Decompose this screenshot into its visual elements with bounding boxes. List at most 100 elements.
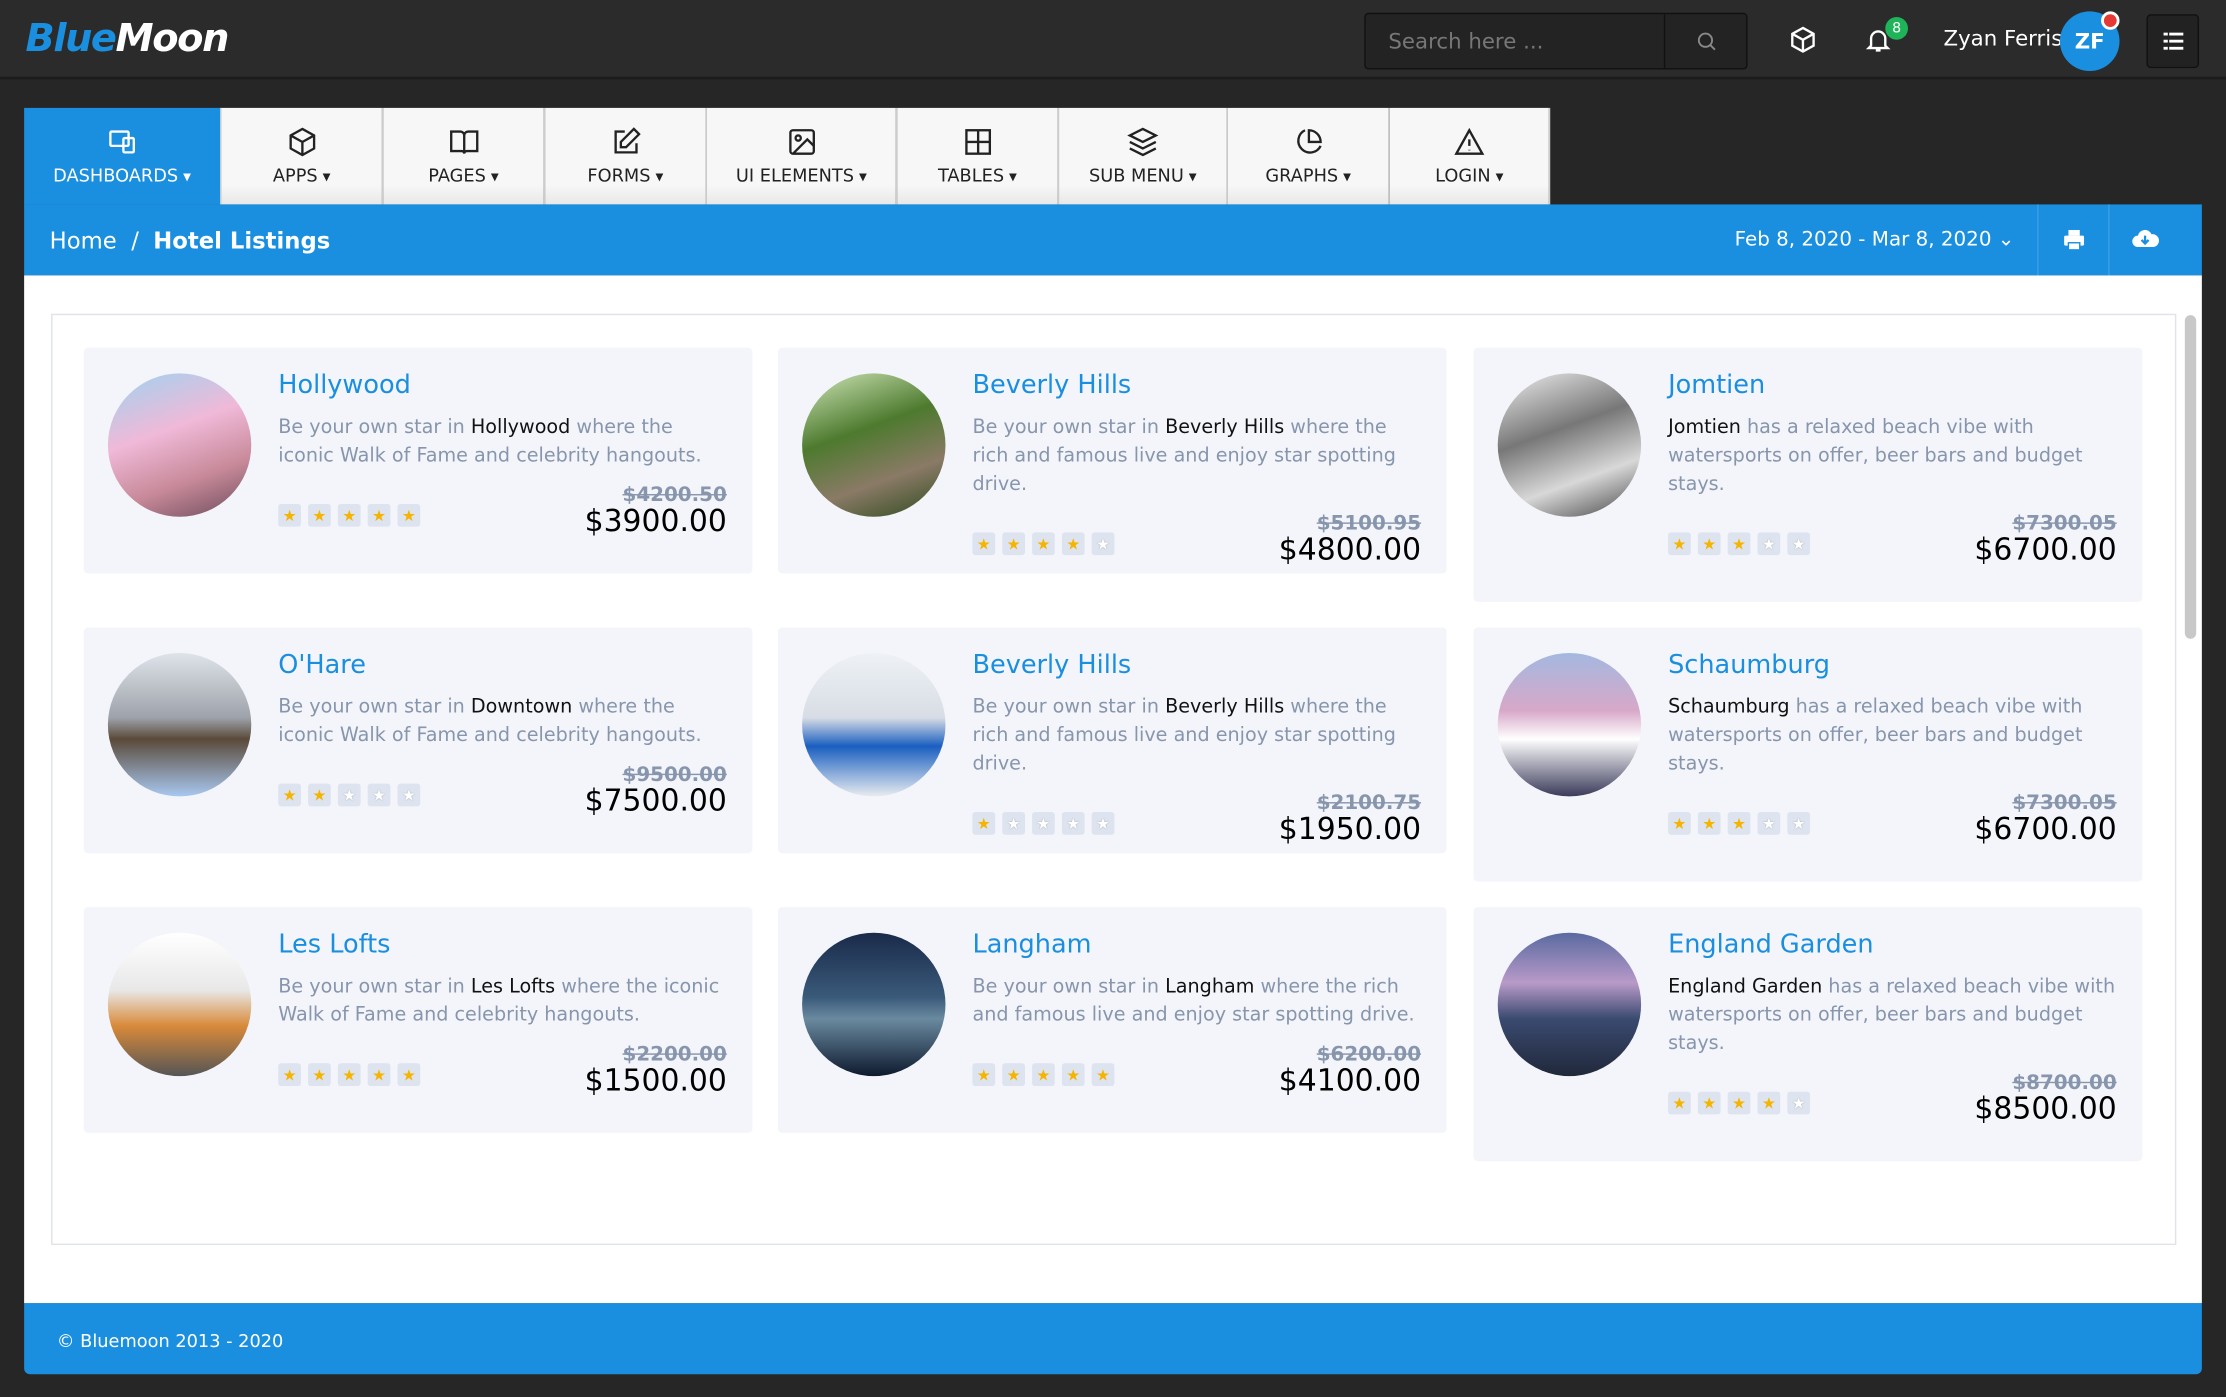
hotel-name[interactable]: Langham <box>972 930 1421 960</box>
star-filled-icon[interactable]: ★ <box>308 783 331 807</box>
tab-forms[interactable]: FORMS <box>545 107 707 205</box>
star-filled-icon[interactable]: ★ <box>1697 1091 1721 1115</box>
tab-dashboards[interactable]: DASHBOARDS <box>24 107 222 205</box>
tab-label: GRAPHS <box>1265 165 1351 186</box>
star-empty-icon[interactable]: ★ <box>1032 812 1055 835</box>
star-filled-icon[interactable]: ★ <box>1697 532 1721 556</box>
listing-card[interactable]: Langham Be your own star in Langham where… <box>777 907 1447 1133</box>
breadcrumb-bar: Home / Hotel Listings Feb 8, 2020 - Mar … <box>24 204 2202 276</box>
star-filled-icon[interactable]: ★ <box>1697 812 1721 835</box>
listing-card[interactable]: Jomtien Jomtien has a relaxed beach vibe … <box>1473 347 2143 602</box>
tab-apps[interactable]: APPS <box>221 107 384 205</box>
hotel-name[interactable]: Jomtien <box>1668 371 2117 401</box>
date-range-picker[interactable]: Feb 8, 2020 - Mar 8, 2020 ⌄ <box>1735 229 2015 252</box>
tab-label: DASHBOARDS <box>53 165 191 186</box>
tab-sub-menu[interactable]: SUB MENU <box>1059 107 1228 205</box>
star-filled-icon[interactable]: ★ <box>278 1063 301 1087</box>
menu-button[interactable] <box>2146 14 2200 69</box>
hotel-description: Be your own star in Downtown where the i… <box>278 695 702 747</box>
star-filled-icon[interactable]: ★ <box>278 783 301 807</box>
star-empty-icon[interactable]: ★ <box>1787 532 1811 556</box>
user-name[interactable]: Zyan Ferris <box>1943 26 2062 52</box>
hotel-name[interactable]: England Garden <box>1668 930 2117 960</box>
star-empty-icon[interactable]: ★ <box>367 783 391 807</box>
star-filled-icon[interactable]: ★ <box>972 812 996 835</box>
box-icon[interactable] <box>1786 23 1820 57</box>
scrollbar[interactable] <box>2184 315 2197 639</box>
search-button[interactable] <box>1663 14 1746 69</box>
star-filled-icon[interactable]: ★ <box>1668 532 1691 556</box>
star-empty-icon[interactable]: ★ <box>1787 812 1811 835</box>
star-filled-icon[interactable]: ★ <box>337 1063 361 1087</box>
star-filled-icon[interactable]: ★ <box>1727 532 1751 556</box>
search-icon <box>1697 32 1715 51</box>
star-filled-icon[interactable]: ★ <box>1668 812 1691 835</box>
hotel-name[interactable]: Les Lofts <box>278 930 727 960</box>
tab-tables[interactable]: TABLES <box>897 107 1060 205</box>
tab-graphs[interactable]: GRAPHS <box>1227 107 1390 205</box>
star-filled-icon[interactable]: ★ <box>1002 1063 1025 1087</box>
star-empty-icon[interactable]: ★ <box>397 783 421 807</box>
price: $4800.00 <box>1278 532 1422 567</box>
hotel-name[interactable]: Beverly Hills <box>972 650 1421 680</box>
star-filled-icon[interactable]: ★ <box>972 1063 996 1087</box>
listing-card[interactable]: O'Hare Be your own star in Downtown where… <box>83 627 753 854</box>
hotel-name[interactable]: Schaumburg <box>1668 650 2117 680</box>
hotel-name[interactable]: O'Hare <box>278 650 727 680</box>
star-filled-icon[interactable]: ★ <box>972 532 996 556</box>
hotel-name[interactable]: Beverly Hills <box>972 371 1421 401</box>
hotel-name[interactable]: Hollywood <box>278 371 727 401</box>
listing-card[interactable]: Schaumburg Schaumburg has a relaxed beach… <box>1473 627 2143 882</box>
book-icon <box>449 130 478 154</box>
star-filled-icon[interactable]: ★ <box>308 1063 331 1087</box>
star-empty-icon[interactable]: ★ <box>1061 812 1085 835</box>
logo[interactable]: BlueMoon <box>26 17 230 61</box>
print-button[interactable] <box>2037 204 2108 276</box>
listing-card[interactable]: Hollywood Be your own star in Hollywood w… <box>83 347 753 574</box>
star-filled-icon[interactable]: ★ <box>1002 532 1025 556</box>
star-filled-icon[interactable]: ★ <box>1727 1091 1751 1115</box>
star-filled-icon[interactable]: ★ <box>337 503 361 527</box>
hotel-description: Be your own star in Hollywood where the … <box>278 415 702 468</box>
star-empty-icon[interactable]: ★ <box>1757 812 1781 835</box>
star-filled-icon[interactable]: ★ <box>1668 1091 1691 1115</box>
star-filled-icon[interactable]: ★ <box>1061 1063 1085 1087</box>
listing-card[interactable]: Beverly Hills Be your own star in Beverly… <box>777 627 1447 854</box>
star-filled-icon[interactable]: ★ <box>1061 532 1085 556</box>
star-empty-icon[interactable]: ★ <box>1091 812 1115 835</box>
star-filled-icon[interactable]: ★ <box>1727 812 1751 835</box>
hotel-description: Schaumburg has a relaxed beach vibe with… <box>1668 695 2083 776</box>
hotel-photo <box>1497 373 1642 517</box>
star-empty-icon[interactable]: ★ <box>1757 532 1781 556</box>
edit-icon <box>613 127 641 154</box>
star-filled-icon[interactable]: ★ <box>367 503 391 527</box>
star-filled-icon[interactable]: ★ <box>1757 1091 1781 1115</box>
price: $1950.00 <box>1278 812 1422 847</box>
star-empty-icon[interactable]: ★ <box>1091 532 1115 556</box>
tab-login[interactable]: LOGIN <box>1389 107 1551 205</box>
star-filled-icon[interactable]: ★ <box>1032 1063 1055 1087</box>
price: $4100.00 <box>1278 1063 1422 1098</box>
tab-ui-elements[interactable]: UI ELEMENTS <box>706 107 898 205</box>
star-filled-icon[interactable]: ★ <box>1091 1063 1115 1087</box>
search-input[interactable] <box>1365 14 1664 69</box>
listing-card[interactable]: Beverly Hills Be your own star in Beverly… <box>777 347 1447 574</box>
star-filled-icon[interactable]: ★ <box>278 503 301 527</box>
grid-icon <box>964 129 991 155</box>
star-filled-icon[interactable]: ★ <box>308 503 331 527</box>
star-empty-icon[interactable]: ★ <box>1002 812 1025 835</box>
star-filled-icon[interactable]: ★ <box>367 1063 391 1087</box>
top-bar: BlueMoon 8 Zyan Ferris ZF <box>0 0 2226 80</box>
cloud-download-icon <box>2131 229 2159 248</box>
cloud-download-button[interactable] <box>2108 204 2179 276</box>
image-icon <box>788 129 815 155</box>
star-filled-icon[interactable]: ★ <box>1032 532 1055 556</box>
star-filled-icon[interactable]: ★ <box>397 503 421 527</box>
star-empty-icon[interactable]: ★ <box>1787 1091 1811 1115</box>
star-filled-icon[interactable]: ★ <box>397 1063 421 1087</box>
star-empty-icon[interactable]: ★ <box>337 783 361 807</box>
listing-card[interactable]: England Garden England Garden has a relax… <box>1473 907 2143 1162</box>
listing-card[interactable]: Les Lofts Be your own star in Les Lofts w… <box>83 907 753 1133</box>
tab-pages[interactable]: PAGES <box>383 107 546 205</box>
breadcrumb-home[interactable]: Home <box>50 227 117 254</box>
